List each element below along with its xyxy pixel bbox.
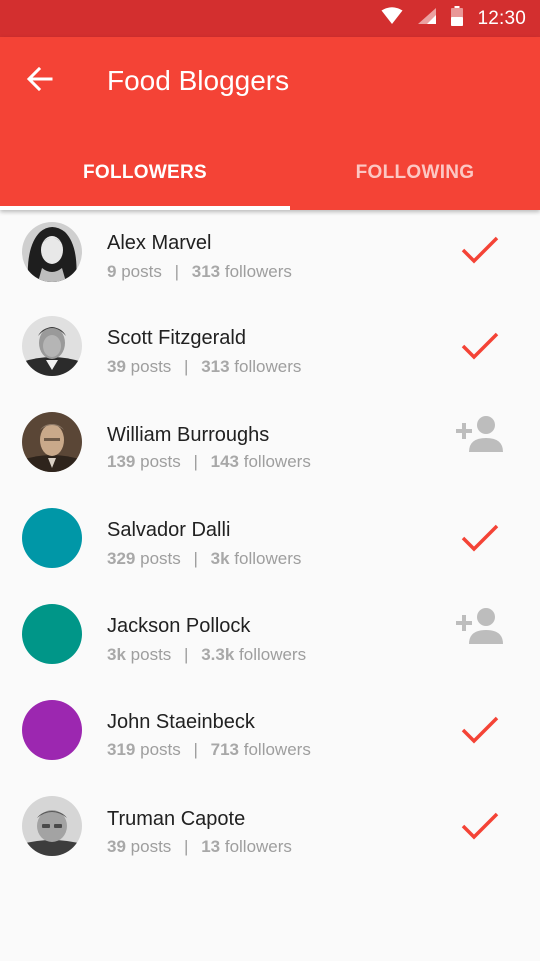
user-stats: 3k posts | 3.3k followers bbox=[107, 645, 306, 665]
posts-count: 3k bbox=[107, 645, 126, 664]
followers-label: followers bbox=[224, 262, 292, 281]
status-bar: 12:30 bbox=[0, 0, 540, 37]
list-item[interactable]: Scott Fitzgerald 39 posts | 313 follower… bbox=[0, 306, 540, 402]
user-stats: 319 posts | 713 followers bbox=[107, 740, 311, 760]
user-name: Scott Fitzgerald bbox=[107, 327, 246, 349]
posts-count: 139 bbox=[107, 452, 136, 471]
check-icon bbox=[460, 235, 500, 270]
posts-count: 329 bbox=[107, 549, 136, 568]
followers-count: 713 bbox=[210, 740, 240, 759]
tab-following-label: FOLLOWING bbox=[355, 161, 475, 183]
avatar bbox=[22, 700, 82, 760]
posts-label: posts bbox=[130, 645, 172, 664]
user-name: Truman Capote bbox=[107, 808, 246, 830]
avatar bbox=[22, 316, 82, 376]
followers-label: followers bbox=[234, 357, 302, 376]
following-button[interactable] bbox=[454, 518, 506, 562]
user-stats: 39 posts | 313 followers bbox=[107, 357, 301, 377]
posts-label: posts bbox=[130, 837, 172, 856]
check-icon bbox=[460, 715, 500, 750]
list-item[interactable]: Salvador Dalli 329 posts | 3k followers bbox=[0, 498, 540, 594]
posts-count: 39 bbox=[107, 837, 126, 856]
page-title: Food Bloggers bbox=[107, 65, 290, 96]
list-item[interactable]: William Burroughs 139 posts | 143 follow… bbox=[0, 402, 540, 498]
followers-count: 3.3k bbox=[201, 645, 235, 664]
avatar bbox=[22, 796, 82, 856]
tab-following[interactable]: FOLLOWING bbox=[290, 135, 540, 210]
follow-button[interactable] bbox=[454, 414, 506, 458]
posts-label: posts bbox=[140, 740, 181, 759]
separator: | bbox=[184, 645, 189, 664]
user-stats: 139 posts | 143 followers bbox=[107, 452, 311, 472]
followers-count: 313 bbox=[191, 262, 221, 281]
status-time: 12:30 bbox=[477, 7, 526, 29]
arrow-back-icon bbox=[26, 66, 53, 96]
user-name: William Burroughs bbox=[107, 424, 270, 446]
avatar bbox=[22, 604, 82, 664]
posts-label: posts bbox=[140, 452, 181, 471]
user-list: Alex Marvel 9 posts | 313 followers Scot… bbox=[0, 210, 540, 882]
tab-followers[interactable]: FOLLOWERS bbox=[0, 135, 290, 210]
avatar bbox=[22, 222, 82, 282]
user-stats: 39 posts | 13 followers bbox=[107, 837, 292, 857]
posts-count: 319 bbox=[107, 740, 136, 759]
followers-count: 143 bbox=[210, 452, 240, 471]
user-name: Jackson Pollock bbox=[107, 615, 251, 637]
add-person-icon bbox=[455, 414, 505, 459]
check-icon bbox=[460, 811, 500, 846]
avatar bbox=[22, 508, 82, 568]
app-bar: Food Bloggers FOLLOWERS FOLLOWING bbox=[0, 37, 540, 210]
add-person-icon bbox=[455, 606, 505, 651]
list-item[interactable]: Truman Capote 39 posts | 13 followers bbox=[0, 786, 540, 882]
followers-label: followers bbox=[243, 740, 311, 759]
posts-label: posts bbox=[140, 549, 181, 568]
followers-label: followers bbox=[239, 645, 307, 664]
following-button[interactable] bbox=[454, 326, 506, 370]
check-icon bbox=[460, 523, 500, 558]
user-stats: 329 posts | 3k followers bbox=[107, 549, 301, 569]
back-button[interactable] bbox=[18, 59, 62, 103]
followers-label: followers bbox=[234, 549, 302, 568]
user-name: Alex Marvel bbox=[107, 232, 212, 254]
followers-label: followers bbox=[243, 452, 311, 471]
separator: | bbox=[193, 740, 198, 759]
list-item[interactable]: John Staeinbeck 319 posts | 713 follower… bbox=[0, 690, 540, 786]
following-button[interactable] bbox=[454, 710, 506, 754]
posts-count: 9 bbox=[107, 262, 117, 281]
followers-label: followers bbox=[224, 837, 292, 856]
status-icons: 12:30 bbox=[381, 0, 526, 37]
tab-followers-label: FOLLOWERS bbox=[82, 161, 208, 183]
following-button[interactable] bbox=[454, 230, 506, 274]
separator: | bbox=[193, 549, 198, 568]
avatar bbox=[22, 412, 82, 472]
followers-count: 3k bbox=[210, 549, 230, 568]
posts-label: posts bbox=[130, 357, 172, 376]
followers-count: 13 bbox=[201, 837, 221, 856]
separator: | bbox=[174, 262, 179, 281]
check-icon bbox=[460, 331, 500, 366]
tab-bar: FOLLOWERS FOLLOWING bbox=[0, 135, 540, 210]
posts-count: 39 bbox=[107, 357, 126, 376]
user-name: John Staeinbeck bbox=[107, 711, 255, 733]
wifi-icon bbox=[381, 7, 403, 30]
separator: | bbox=[184, 357, 189, 376]
follow-button[interactable] bbox=[454, 606, 506, 650]
following-button[interactable] bbox=[454, 806, 506, 850]
list-item[interactable]: Alex Marvel 9 posts | 313 followers bbox=[0, 210, 540, 306]
battery-icon bbox=[451, 6, 464, 31]
separator: | bbox=[184, 837, 189, 856]
user-stats: 9 posts | 313 followers bbox=[107, 262, 292, 282]
signal-icon bbox=[417, 7, 437, 30]
user-name: Salvador Dalli bbox=[107, 519, 231, 541]
posts-label: posts bbox=[121, 262, 162, 281]
followers-count: 313 bbox=[201, 357, 230, 376]
list-item[interactable]: Jackson Pollock 3k posts | 3.3k follower… bbox=[0, 594, 540, 690]
separator: | bbox=[193, 452, 198, 471]
